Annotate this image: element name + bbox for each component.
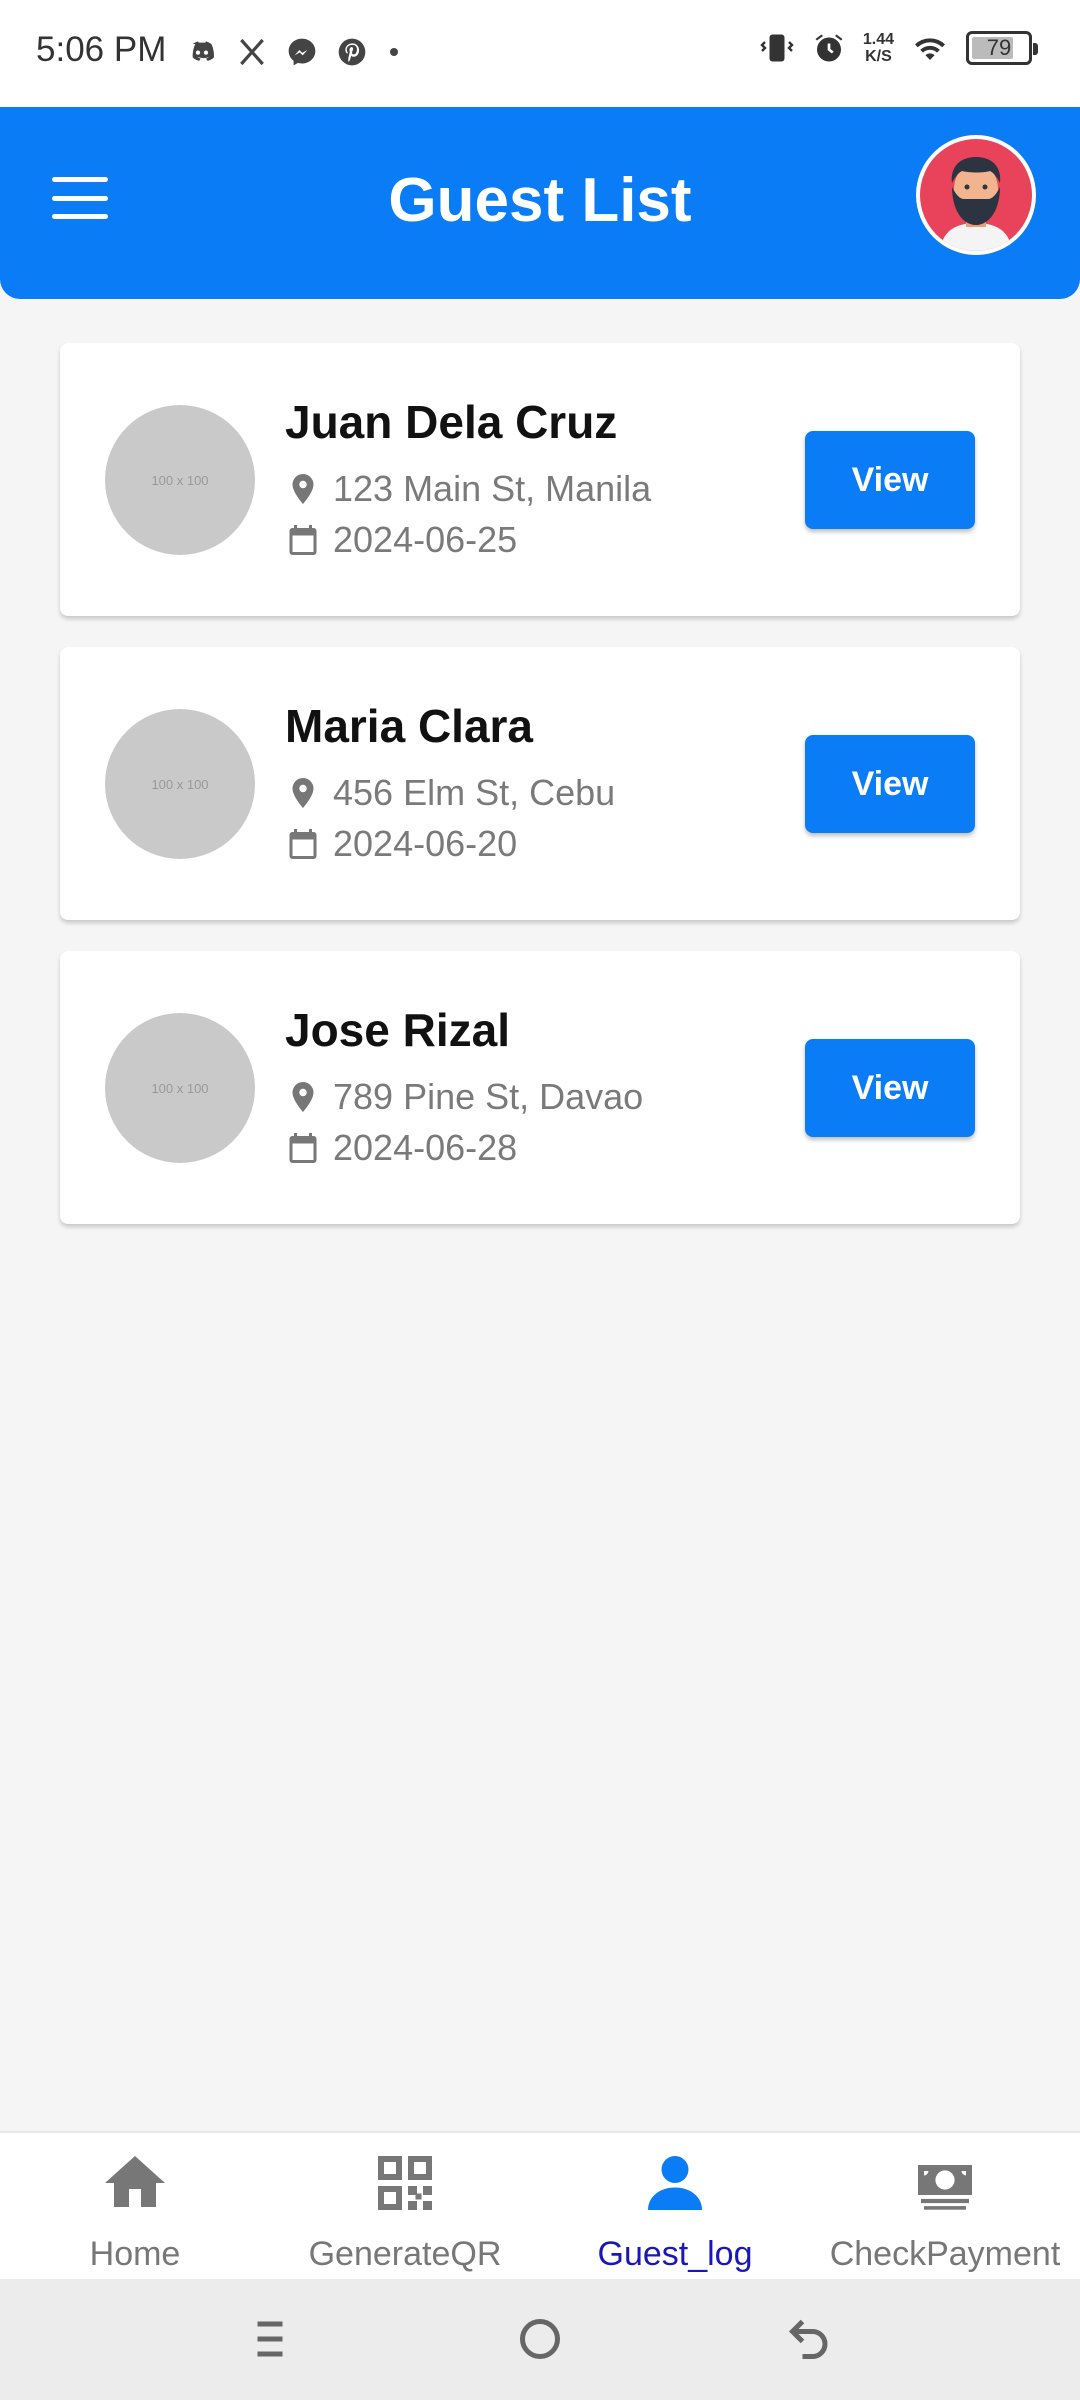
x-icon xyxy=(240,38,264,66)
alarm-icon xyxy=(815,34,843,62)
guest-card: 100 x 100 Jose Rizal 789 Pine St, Davao … xyxy=(60,951,1020,1224)
nav-item-home[interactable]: Home xyxy=(0,2133,270,2281)
guest-name: Juan Dela Cruz xyxy=(285,396,618,448)
home-icon xyxy=(105,2156,165,2207)
dot-icon xyxy=(390,48,398,56)
guest-date-row: 2024-06-28 xyxy=(285,1127,517,1169)
discord-icon xyxy=(192,41,214,61)
bottom-navigation: Home GenerateQR Guest_log CheckPayment xyxy=(0,2131,1080,2279)
network-speed: 1.44 K/S xyxy=(863,31,894,65)
nav-label: Guest_log xyxy=(597,2235,753,2273)
guest-date-row: 2024-06-20 xyxy=(285,823,517,865)
nav-item-checkpayment[interactable]: CheckPayment xyxy=(810,2133,1080,2281)
guest-list: 100 x 100 Juan Dela Cruz 123 Main St, Ma… xyxy=(60,343,1020,1255)
calendar-icon xyxy=(289,525,317,555)
wifi-icon xyxy=(915,38,945,60)
guest-photo-placeholder: 100 x 100 xyxy=(105,709,255,859)
nav-label: CheckPayment xyxy=(829,2235,1061,2273)
pinterest-icon xyxy=(338,38,366,66)
person-icon xyxy=(648,2156,702,2210)
nav-label: Home xyxy=(89,2235,181,2273)
calendar-icon xyxy=(289,1133,317,1163)
guest-date-row: 2024-06-25 xyxy=(285,519,517,561)
guest-card: 100 x 100 Maria Clara 456 Elm St, Cebu 2… xyxy=(60,647,1020,920)
system-status-icons: 1.44 K/S 79 xyxy=(759,30,1038,66)
system-navigation-bar xyxy=(0,2279,1080,2400)
back-button[interactable] xyxy=(780,2309,840,2369)
location-pin-icon xyxy=(292,1082,314,1112)
recents-icon xyxy=(257,2321,283,2357)
status-time: 5:06 PM xyxy=(36,30,167,69)
guest-date: 2024-06-28 xyxy=(333,1127,518,1168)
view-button[interactable]: View xyxy=(805,735,975,833)
status-bar: 5:06 PM 1.44 K/S 79 xyxy=(0,0,1080,107)
guest-date: 2024-06-25 xyxy=(333,519,518,560)
view-button[interactable]: View xyxy=(805,431,975,529)
profile-avatar[interactable] xyxy=(916,135,1036,255)
guest-name: Jose Rizal xyxy=(285,1004,510,1056)
recents-button[interactable] xyxy=(240,2309,300,2369)
battery-level: 79 xyxy=(986,35,1012,60)
guest-photo-placeholder: 100 x 100 xyxy=(105,1013,255,1163)
guest-address: 456 Elm St, Cebu xyxy=(333,772,616,813)
circle-home-icon xyxy=(520,2319,560,2359)
notification-icons xyxy=(186,36,402,68)
location-pin-icon xyxy=(292,474,314,504)
payment-icon xyxy=(918,2165,972,2210)
guest-address: 123 Main St, Manila xyxy=(333,468,652,509)
guest-address-row: 789 Pine St, Davao xyxy=(285,1076,643,1118)
nav-item-generateqr[interactable]: GenerateQR xyxy=(270,2133,540,2281)
battery-icon: 79 xyxy=(966,31,1038,65)
guest-address: 789 Pine St, Davao xyxy=(333,1076,644,1117)
net-speed-unit: K/S xyxy=(865,48,892,65)
app-header: Guest List xyxy=(0,107,1080,299)
net-speed-value: 1.44 xyxy=(862,31,894,48)
location-pin-icon xyxy=(292,778,314,808)
nav-item-guest-log[interactable]: Guest_log xyxy=(540,2133,810,2281)
guest-date: 2024-06-20 xyxy=(333,823,518,864)
calendar-icon xyxy=(289,829,317,859)
bearded-man-avatar-icon xyxy=(920,139,1032,251)
vibrate-icon xyxy=(760,34,794,62)
guest-address-row: 456 Elm St, Cebu xyxy=(285,772,615,814)
qr-code-icon xyxy=(378,2156,432,2210)
guest-address-row: 123 Main St, Manila xyxy=(285,468,651,510)
home-system-button[interactable] xyxy=(510,2309,570,2369)
back-icon xyxy=(788,2319,828,2359)
guest-card: 100 x 100 Juan Dela Cruz 123 Main St, Ma… xyxy=(60,343,1020,616)
view-button[interactable]: View xyxy=(805,1039,975,1137)
guest-name: Maria Clara xyxy=(285,700,534,752)
guest-photo-placeholder: 100 x 100 xyxy=(105,405,255,555)
messenger-icon xyxy=(288,38,316,66)
nav-label: GenerateQR xyxy=(308,2235,502,2273)
